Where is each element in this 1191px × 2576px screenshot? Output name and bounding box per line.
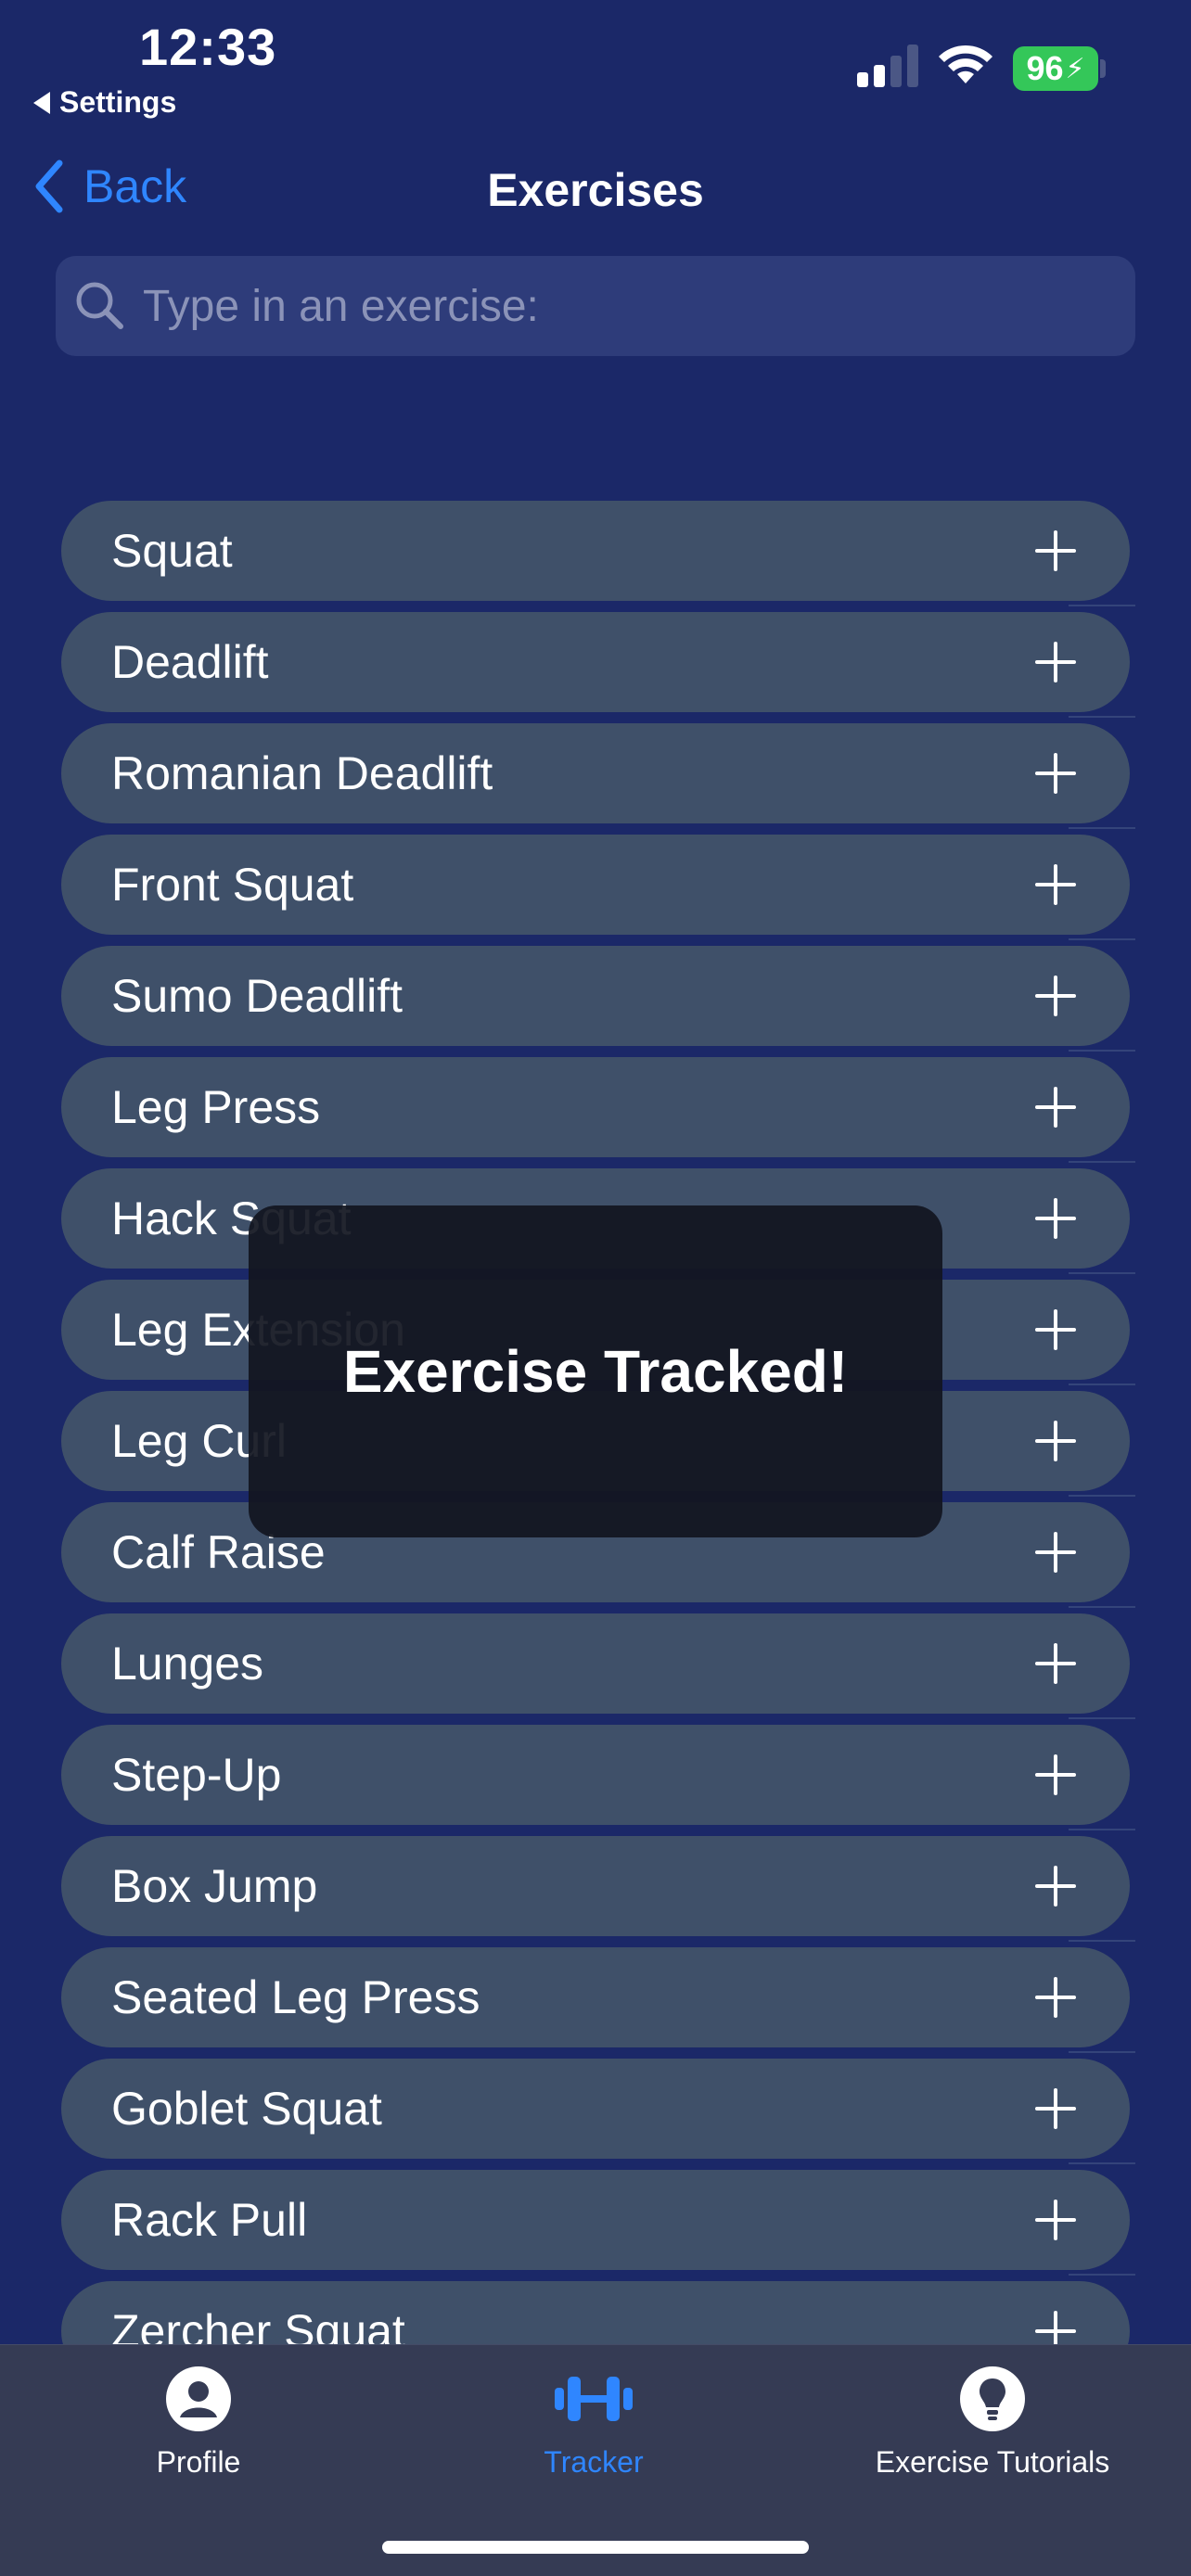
exercise-name: Squat — [111, 525, 233, 577]
plus-icon[interactable] — [1035, 1866, 1076, 1906]
plus-icon[interactable] — [1035, 1977, 1076, 2018]
plus-icon[interactable] — [1035, 642, 1076, 682]
row-separator — [1069, 1272, 1135, 1274]
home-indicator — [382, 2541, 809, 2554]
search-input[interactable] — [143, 280, 1070, 332]
plus-icon[interactable] — [1035, 2200, 1076, 2240]
search-icon — [76, 282, 123, 329]
row-separator — [1069, 1384, 1135, 1385]
plus-icon[interactable] — [1035, 864, 1076, 905]
battery-tip — [1100, 59, 1106, 78]
wifi-icon — [939, 45, 992, 83]
exercise-row[interactable]: Sumo Deadlift — [61, 946, 1130, 1046]
status-back-to-settings[interactable]: Settings — [33, 85, 176, 120]
plus-icon[interactable] — [1035, 2088, 1076, 2129]
tab-profile[interactable]: Profile — [106, 2366, 291, 2480]
exercise-name: Box Jump — [111, 1860, 318, 1912]
charging-bolt-icon: ⚡ — [1065, 53, 1085, 84]
exercise-row[interactable]: Goblet Squat — [61, 2059, 1130, 2159]
status-back-label: Settings — [59, 85, 177, 119]
exercises-screen: 12:33 Settings 96 ⚡ Back Exercises Squat… — [0, 0, 1191, 2576]
plus-icon[interactable] — [1035, 1421, 1076, 1461]
plus-icon[interactable] — [1035, 1643, 1076, 1684]
plus-icon[interactable] — [1035, 976, 1076, 1016]
person-circle-icon — [166, 2366, 231, 2431]
exercise-row[interactable]: Seated Leg Press — [61, 1947, 1130, 2047]
exercise-name: Step-Up — [111, 1749, 282, 1801]
exercise-row[interactable]: Deadlift — [61, 612, 1130, 712]
exercise-row[interactable]: Step-Up — [61, 1725, 1130, 1825]
back-triangle-icon — [33, 91, 50, 114]
plus-icon[interactable] — [1035, 1087, 1076, 1128]
row-separator — [1069, 2051, 1135, 2053]
exercise-row[interactable]: Squat — [61, 501, 1130, 601]
page-title: Exercises — [487, 164, 704, 216]
row-separator — [1069, 605, 1135, 606]
plus-icon[interactable] — [1035, 530, 1076, 571]
row-separator — [1069, 2162, 1135, 2164]
row-separator — [1069, 1717, 1135, 1719]
row-separator — [1069, 1940, 1135, 1942]
exercise-name: Leg Press — [111, 1081, 321, 1133]
exercise-row[interactable]: Romanian Deadlift — [61, 723, 1130, 823]
exercise-row[interactable]: Lunges — [61, 1613, 1130, 1714]
exercise-row[interactable]: Front Squat — [61, 835, 1130, 935]
tab-exercise-tutorials[interactable]: Exercise Tutorials — [844, 2366, 1141, 2480]
tab-tracker-label: Tracker — [544, 2445, 644, 2479]
exercise-name: Goblet Squat — [111, 2083, 382, 2135]
plus-icon[interactable] — [1035, 1532, 1076, 1573]
tab-profile-label: Profile — [156, 2445, 241, 2479]
exercise-name: Front Squat — [111, 859, 354, 911]
exercise-name: Sumo Deadlift — [111, 970, 403, 1022]
row-separator — [1069, 1495, 1135, 1497]
exercise-name: Deadlift — [111, 636, 269, 688]
row-separator — [1069, 1829, 1135, 1830]
exercise-row[interactable]: Leg Press — [61, 1057, 1130, 1157]
search-bar[interactable] — [56, 256, 1135, 356]
battery-indicator: 96 ⚡ — [1013, 46, 1098, 91]
exercise-name: Romanian Deadlift — [111, 747, 493, 799]
tab-tutorials-label: Exercise Tutorials — [875, 2445, 1110, 2479]
toast-message: Exercise Tracked! — [342, 1338, 849, 1405]
status-time: 12:33 — [139, 18, 277, 76]
row-separator — [1069, 2274, 1135, 2276]
lightbulb-icon — [960, 2366, 1025, 2431]
row-separator — [1069, 1050, 1135, 1052]
cellular-signal-icon — [857, 45, 918, 87]
plus-icon[interactable] — [1035, 1309, 1076, 1350]
exercise-row[interactable]: Rack Pull — [61, 2170, 1130, 2270]
row-separator — [1069, 1161, 1135, 1163]
exercise-tracked-toast: Exercise Tracked! — [249, 1205, 942, 1537]
tab-tracker[interactable]: Tracker — [501, 2366, 686, 2480]
battery-level: 96 — [1026, 49, 1064, 87]
row-separator — [1069, 827, 1135, 829]
dumbbell-icon — [555, 2377, 633, 2421]
plus-icon[interactable] — [1035, 1754, 1076, 1795]
row-separator — [1069, 938, 1135, 940]
exercise-name: Rack Pull — [111, 2194, 308, 2246]
plus-icon[interactable] — [1035, 753, 1076, 794]
exercise-name: Seated Leg Press — [111, 1971, 480, 2023]
exercise-row[interactable]: Box Jump — [61, 1836, 1130, 1936]
row-separator — [1069, 716, 1135, 718]
exercise-name: Lunges — [111, 1638, 264, 1690]
row-separator — [1069, 1606, 1135, 1608]
plus-icon[interactable] — [1035, 1198, 1076, 1239]
